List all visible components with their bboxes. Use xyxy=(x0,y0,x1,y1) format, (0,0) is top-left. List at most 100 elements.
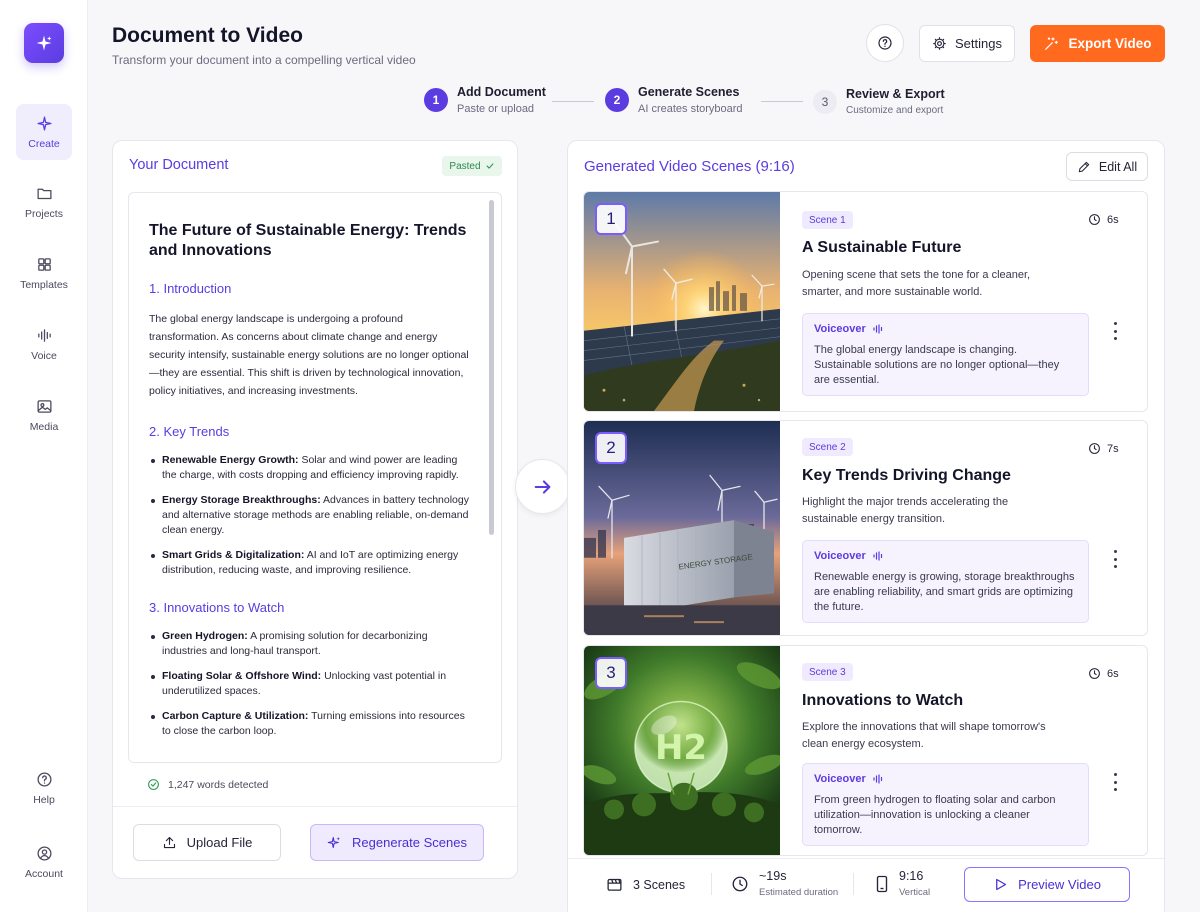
nav-account[interactable]: Account xyxy=(16,834,72,890)
scene-badge: Scene 3 xyxy=(802,663,853,681)
edit-all-button[interactable]: Edit All xyxy=(1066,152,1148,181)
voiceover-label-text: Voiceover xyxy=(814,323,866,335)
folder-icon xyxy=(36,188,52,199)
step-title: Review & Export xyxy=(846,87,945,101)
play-icon xyxy=(996,878,1007,891)
list-item: Floating Solar & Offshore Wind: Unlockin… xyxy=(149,669,469,699)
list-item: Green Hydrogen: A promising solution for… xyxy=(149,629,469,659)
step-subtitle: AI creates storyboard xyxy=(638,103,743,115)
step-number: 3 xyxy=(813,89,837,114)
divider xyxy=(568,858,1164,859)
step-number: 2 xyxy=(605,88,629,112)
word-count-label: 1,247 words detected xyxy=(168,778,269,791)
pasted-badge: Pasted xyxy=(442,156,502,176)
list-item: Smart Grids & Digitalization: AI and IoT… xyxy=(149,548,469,578)
waveform-icon xyxy=(37,328,51,342)
separator xyxy=(853,873,854,895)
gear-icon xyxy=(933,37,946,50)
page-subtitle: Transform your document into a compellin… xyxy=(112,53,416,67)
estimated-duration: ~19s Estimated duration xyxy=(731,869,838,898)
word-count: 1,247 words detected xyxy=(147,778,268,791)
nav-media[interactable]: Media xyxy=(16,387,72,443)
upload-icon xyxy=(163,836,175,849)
aspect-caption: Vertical xyxy=(899,887,931,898)
duration-value: 7s xyxy=(1107,442,1119,455)
voiceover-label: Voiceover xyxy=(814,550,1077,562)
step-connector xyxy=(552,101,594,102)
list-item: Carbon Capture & Utilization: Turning em… xyxy=(149,709,469,739)
sparkle-icon xyxy=(36,35,52,51)
scene-image[interactable]: H2 3 xyxy=(584,646,780,855)
nav-label: Templates xyxy=(20,278,68,291)
nav-create[interactable]: Create xyxy=(16,104,72,160)
section-heading: 2. Key Trends xyxy=(149,424,230,439)
scene-image[interactable]: 1 xyxy=(584,192,780,411)
document-scrollbar[interactable] xyxy=(489,200,494,535)
h2-label: H2 xyxy=(655,728,707,767)
voiceover-label-text: Voiceover xyxy=(814,773,866,785)
scene-badge: Scene 2 xyxy=(802,438,853,456)
step-connector xyxy=(761,101,803,102)
check-circle-icon xyxy=(148,779,159,790)
regenerate-label: Regenerate Scenes xyxy=(352,835,467,850)
help-icon xyxy=(878,36,892,50)
list-term: Carbon Capture & Utilization: xyxy=(162,710,309,722)
scene-card[interactable]: ENERGY STORAGE 2 Scene 2 7s Key Trends D… xyxy=(583,420,1148,636)
divider xyxy=(113,806,517,807)
step-generate-scenes[interactable]: 2 Generate Scenes AI creates storyboard xyxy=(605,85,743,115)
scenes-count: 3 Scenes xyxy=(606,876,685,893)
nav-voice[interactable]: Voice xyxy=(16,316,72,372)
scene-card[interactable]: H2 3 Scene 3 6s Innovations to Watch Exp… xyxy=(583,645,1148,856)
magic-wand-icon xyxy=(1045,36,1059,50)
app-logo[interactable] xyxy=(24,23,64,63)
duration-caption: Estimated duration xyxy=(759,887,839,898)
image-icon xyxy=(36,399,52,413)
clock-icon xyxy=(732,876,748,891)
scene-description: Explore the innovations that will shape … xyxy=(802,721,1046,750)
phone-icon xyxy=(876,875,888,892)
scene-number: 1 xyxy=(595,203,627,235)
generate-arrow[interactable] xyxy=(515,459,570,514)
nav-label: Create xyxy=(28,137,60,150)
section-paragraph: The global energy landscape is undergoin… xyxy=(149,313,469,397)
scene-menu-icon[interactable] xyxy=(1112,322,1118,340)
scene-card[interactable]: 1 Scene 1 6s A Sustainable Future Openin… xyxy=(583,191,1148,412)
nav-templates[interactable]: Templates xyxy=(16,245,72,301)
voiceover-label: Voiceover xyxy=(814,323,1077,335)
voiceover-box[interactable]: Voiceover Renewable energy is growing, s… xyxy=(802,540,1089,623)
nav-label: Voice xyxy=(31,349,57,362)
step-review-export[interactable]: 3 Review & Export Customize and export xyxy=(813,87,945,116)
export-video-button[interactable]: Export Video xyxy=(1030,25,1165,62)
upload-file-button[interactable]: Upload File xyxy=(133,824,281,861)
voiceover-box[interactable]: Voiceover From green hydrogen to floatin… xyxy=(802,763,1089,846)
waveform-icon xyxy=(873,324,882,334)
voiceover-label: Voiceover xyxy=(814,773,1077,785)
preview-label: Preview Video xyxy=(1018,877,1101,892)
list-term: Renewable Energy Growth: xyxy=(162,454,299,466)
voiceover-text: The global energy landscape is changing.… xyxy=(814,344,1060,386)
settings-button[interactable]: Settings xyxy=(919,25,1015,62)
sidebar: Create Projects Templates Voice Media He… xyxy=(0,0,88,912)
help-button[interactable] xyxy=(866,24,904,62)
export-label: Export Video xyxy=(1068,36,1152,51)
check-icon xyxy=(486,163,493,169)
scene-menu-icon[interactable] xyxy=(1112,773,1118,791)
nav-help[interactable]: Help xyxy=(16,760,72,816)
voiceover-box[interactable]: Voiceover The global energy landscape is… xyxy=(802,313,1089,396)
nav-label: Projects xyxy=(25,207,63,220)
section-heading: 3. Innovations to Watch xyxy=(149,600,285,615)
scene-title: Key Trends Driving Change xyxy=(802,467,1011,484)
aspect-value: 9:16 xyxy=(899,869,924,883)
step-title: Generate Scenes xyxy=(638,85,740,99)
regenerate-scenes-button[interactable]: Regenerate Scenes xyxy=(310,824,484,861)
step-add-document[interactable]: 1 Add Document Paste or upload xyxy=(424,85,546,115)
grid-icon xyxy=(37,257,51,271)
list-term: Energy Storage Breakthroughs: xyxy=(162,494,321,506)
scene-title: Innovations to Watch xyxy=(802,692,964,709)
document-panel-title: Your Document xyxy=(129,157,229,173)
scene-menu-icon[interactable] xyxy=(1112,550,1118,568)
scene-image[interactable]: ENERGY STORAGE 2 xyxy=(584,421,780,635)
nav-projects[interactable]: Projects xyxy=(16,174,72,230)
preview-video-button[interactable]: Preview Video xyxy=(964,867,1130,902)
document-content[interactable]: The Future of Sustainable Energy: Trends… xyxy=(128,192,502,763)
